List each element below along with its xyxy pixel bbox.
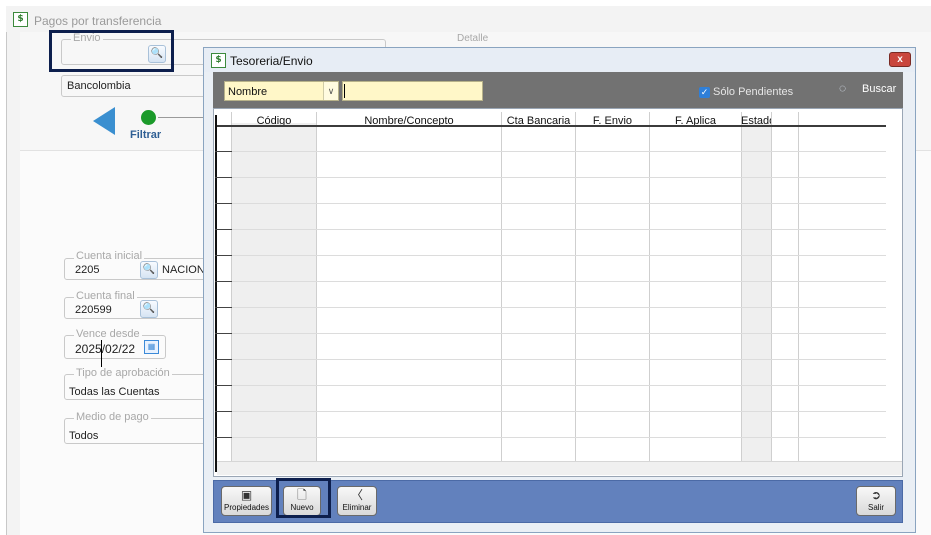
grid-col-divider [771,112,772,461]
table-row[interactable] [217,333,886,334]
row-indicator-tick [215,385,232,386]
propiedades-label: Propiedades [224,503,269,512]
table-row[interactable] [217,255,886,256]
table-row[interactable] [217,359,886,360]
row-indicator-tick [215,151,232,152]
eliminar-label: Eliminar [342,503,372,512]
dialog-app-icon: $ [211,53,226,68]
envio-highlight-box [49,30,174,72]
eraser-icon: 〈 [350,488,363,502]
cuenta-final-search-icon[interactable]: 🔍 [140,300,158,318]
close-icon[interactable]: x [889,52,911,67]
text-cursor [101,340,102,370]
grid-col-divider [649,112,650,461]
cuenta-inicial-caption: Cuenta inicial [74,250,145,262]
cuenta-final-caption: Cuenta final [74,290,137,302]
vence-desde-field[interactable]: 2025/02/22 [75,342,135,356]
row-indicator-tick [215,437,232,438]
row-indicator-tick [215,359,232,360]
grid-col-divider [798,112,799,461]
table-row[interactable] [217,151,886,152]
binoculars-icon[interactable]: ◌ [839,81,853,95]
filter-divider [158,117,208,118]
search-input[interactable] [342,81,483,101]
table-row[interactable] [217,307,886,308]
grid-col-divider [575,112,576,461]
row-indicator-tick [215,281,232,282]
medio-pago-caption: Medio de pago [74,411,151,423]
row-indicator-tick [215,411,232,412]
table-row[interactable] [217,177,886,178]
filter-status-dot [141,110,156,125]
cuenta-inicial-field[interactable]: 2205 [75,264,99,276]
table-row[interactable] [217,203,886,204]
filter-button[interactable]: Filtrar [130,129,161,141]
grid-header-underline [217,125,886,127]
chevron-down-icon[interactable]: ∨ [323,82,338,100]
table-row[interactable] [217,385,886,386]
bank-field[interactable]: Bancolombia [67,80,131,92]
background-window-title: Pagos por transferencia [34,14,162,28]
table-row[interactable] [217,411,886,412]
eliminar-button[interactable]: 〈 Eliminar [337,486,377,516]
only-pending-label: Sólo Pendientes [713,86,794,98]
row-indicator-tick [215,229,232,230]
cuenta-inicial-search-icon[interactable]: 🔍 [140,261,158,279]
salir-button[interactable]: ➲ Salir [856,486,896,516]
search-button[interactable]: Buscar [862,83,896,95]
salir-label: Salir [867,503,884,512]
propiedades-button[interactable]: ▣ Propiedades [221,486,272,516]
row-indicator-tick [215,307,232,308]
grid-horizontal-scrollbar[interactable] [217,461,902,475]
row-indicator-tick [215,177,232,178]
row-indicator-tick [215,333,232,334]
row-indicator-tick [215,255,232,256]
back-arrow-icon[interactable] [93,107,115,135]
only-pending-checkbox[interactable]: ✓ [699,87,710,98]
vence-desde-caption: Vence desde [74,328,142,340]
row-indicator-tick [215,203,232,204]
nuevo-highlight-box [276,478,331,518]
dialog-title: Tesoreria/Envio [230,54,313,68]
search-field-selected: Nombre [228,86,268,98]
tipo-aprobacion-select[interactable]: Todas las Cuentas [69,386,160,398]
medio-pago-select[interactable]: Todos [69,430,98,442]
grid-col-divider [501,112,502,461]
search-input-caret [344,84,345,98]
calendar-icon[interactable]: ▦ [144,340,159,354]
exit-icon: ➲ [870,488,882,502]
grid-row-indicator-bar [215,115,217,472]
table-row[interactable] [217,437,886,438]
app-icon: $ [13,12,28,27]
grid-col-divider [316,112,317,461]
table-row[interactable] [217,281,886,282]
detalle-caption: Detalle [455,33,491,44]
properties-icon: ▣ [240,488,253,502]
tipo-aprobacion-caption: Tipo de aprobación [74,367,172,379]
grid-col-divider [741,112,742,461]
cuenta-final-field[interactable]: 220599 [75,304,112,316]
grid-col-divider [231,112,232,461]
table-row[interactable] [217,229,886,230]
